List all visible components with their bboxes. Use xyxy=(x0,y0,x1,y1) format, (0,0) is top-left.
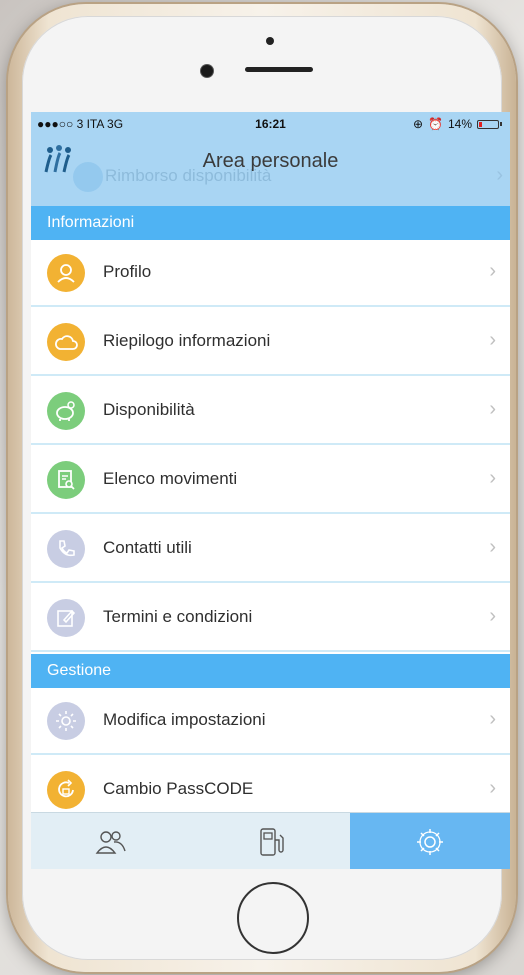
chevron-right-icon: › xyxy=(489,777,496,799)
navigation-bar: Rimborso disponibilità › Area personale xyxy=(31,136,510,206)
document-search-icon xyxy=(47,461,85,499)
tab-users[interactable] xyxy=(31,813,191,869)
battery-icon xyxy=(477,119,499,129)
tab-fuel[interactable] xyxy=(191,813,351,869)
fuel-pump-icon xyxy=(260,827,284,856)
alarm-icon: ⏰ xyxy=(428,117,443,131)
list-item-profilo[interactable]: Profilo › xyxy=(31,240,510,307)
list-item-label: Elenco movimenti xyxy=(103,469,238,488)
status-bar: ●●●○○ 3 ITA 3G 16:21 ⊕ ⏰ 14% xyxy=(31,112,510,136)
list-item-label: Modifica impostazioni xyxy=(103,710,266,729)
battery-percent: 14% xyxy=(447,117,472,131)
section-header-gestione: Gestione xyxy=(31,654,510,688)
rotation-lock-icon: ⊕ xyxy=(412,117,424,131)
list-item-elenco-movimenti[interactable]: Elenco movimenti › xyxy=(31,447,510,514)
list-item-label: Contatti utili xyxy=(103,538,192,557)
status-right: ⊕ ⏰ 14% xyxy=(413,117,502,131)
chevron-right-icon: › xyxy=(489,398,496,420)
list-item-modifica-impostazioni[interactable]: Modifica impostazioni › xyxy=(31,688,510,755)
chevron-right-icon: › xyxy=(489,260,496,282)
section-header-informazioni: Informazioni xyxy=(31,206,510,240)
list-item-label: Cambio PassCODE xyxy=(103,779,254,798)
battery-tip xyxy=(500,122,502,126)
list-item-label: Termini e condizioni xyxy=(103,607,253,626)
users-icon xyxy=(95,830,126,854)
chevron-right-icon: › xyxy=(489,708,496,730)
page-title: Area personale xyxy=(202,150,339,172)
lock-refresh-icon xyxy=(47,771,85,809)
home-button[interactable] xyxy=(237,882,309,954)
list-item-termini[interactable]: Termini e condizioni › xyxy=(31,585,510,652)
edit-icon xyxy=(47,599,85,637)
chevron-right-icon: › xyxy=(489,467,496,489)
cloud-icon xyxy=(47,323,85,361)
app-screen: ●●●○○ 3 ITA 3G 16:21 ⊕ ⏰ 14% Rimborso di… xyxy=(31,112,510,869)
chevron-right-icon: › xyxy=(489,536,496,558)
list-item-label: Profilo xyxy=(103,262,152,281)
front-camera xyxy=(201,65,213,77)
person-icon xyxy=(47,254,85,292)
list-item-label: Riepilogo informazioni xyxy=(103,331,271,350)
tab-settings[interactable] xyxy=(350,813,510,869)
list-item-label: Disponibilità xyxy=(103,400,195,419)
earpiece-speaker xyxy=(245,67,313,72)
list-item-contatti-utili[interactable]: Contatti utili › xyxy=(31,516,510,583)
chevron-right-icon: › xyxy=(489,605,496,627)
proximity-sensor xyxy=(266,37,274,45)
gear-icon xyxy=(47,702,85,740)
phone-icon xyxy=(47,530,85,568)
chevron-right-icon: › xyxy=(489,329,496,351)
gear-icon xyxy=(417,828,443,855)
tab-bar xyxy=(31,812,510,869)
list-item-disponibilita[interactable]: Disponibilità › xyxy=(31,378,510,445)
piggy-bank-icon xyxy=(47,392,85,430)
list-item-riepilogo[interactable]: Riepilogo informazioni › xyxy=(31,309,510,376)
